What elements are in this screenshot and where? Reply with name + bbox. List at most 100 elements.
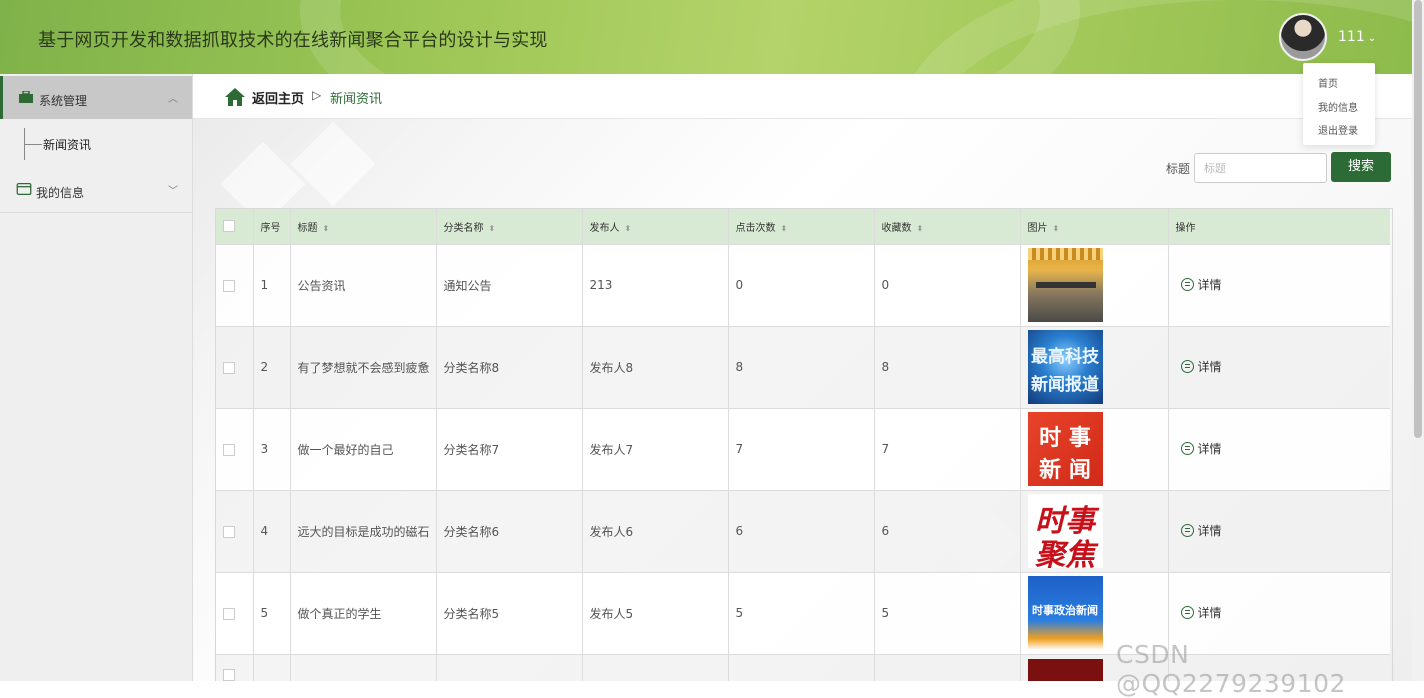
column-header-clicks[interactable]: 点击次数 ⬍ bbox=[728, 209, 875, 245]
detail-label: 详情 bbox=[1197, 278, 1222, 292]
cell-clicks: 6 bbox=[728, 490, 875, 573]
detail-button[interactable]: 详情 bbox=[1180, 522, 1222, 539]
user-dropdown: 首页 我的信息 退出登录 bbox=[1303, 63, 1375, 145]
cell-actions: 详情 bbox=[1168, 408, 1390, 491]
thumbnail-text: 时事政治新闻 bbox=[1032, 604, 1098, 617]
background-decoration bbox=[290, 121, 376, 207]
detail-button[interactable]: 详情 bbox=[1180, 358, 1222, 375]
news-thumbnail[interactable]: 时事 聚焦 bbox=[1027, 494, 1103, 568]
cell-publisher: 发布人6 bbox=[582, 490, 729, 573]
dropdown-item-logout[interactable]: 退出登录 bbox=[1318, 122, 1358, 137]
column-header-label: 分类名称 bbox=[443, 222, 484, 234]
sort-icon: ⬍ bbox=[916, 223, 924, 233]
thumbnail-detail bbox=[1027, 248, 1103, 260]
cell-publisher: 发布人7 bbox=[582, 408, 729, 491]
thumbnail-text: 新 闻 bbox=[1039, 458, 1091, 483]
news-thumbnail[interactable] bbox=[1027, 659, 1103, 681]
cell-title: 做一个最好的自己 bbox=[290, 408, 437, 491]
sidebar-group-label: 我的信息 bbox=[36, 186, 85, 200]
sidebar-group-system[interactable]: 系统管理 ︿ bbox=[0, 76, 192, 119]
row-checkbox[interactable] bbox=[223, 279, 235, 292]
news-thumbnail[interactable]: 时事政治新闻 bbox=[1027, 576, 1103, 650]
column-header-actions: 操作 bbox=[1168, 209, 1390, 245]
thumbnail-text: 聚焦 bbox=[1035, 538, 1095, 568]
cell-category: 分类名称6 bbox=[436, 490, 583, 573]
cell-clicks: 0 bbox=[728, 244, 875, 327]
cell-publisher: 发布人5 bbox=[582, 572, 729, 655]
cell-category: 分类名称8 bbox=[436, 326, 583, 409]
cell-favorites: 7 bbox=[874, 408, 1021, 491]
search-button[interactable]: 搜索 bbox=[1331, 152, 1391, 182]
row-checkbox[interactable] bbox=[223, 361, 235, 374]
table-row: 4 远大的目标是成功的磁石 分类名称6 发布人6 6 6 时事 聚焦 详情 bbox=[216, 490, 1390, 573]
dropdown-item-my-info[interactable]: 我的信息 bbox=[1318, 99, 1358, 114]
detail-button[interactable]: 详情 bbox=[1180, 440, 1222, 457]
cell-image: 时 事 新 闻 bbox=[1020, 408, 1169, 491]
sidebar-divider bbox=[0, 212, 192, 213]
card-icon bbox=[16, 183, 32, 195]
sort-icon: ⬍ bbox=[488, 223, 496, 233]
column-header-label: 点击次数 bbox=[735, 222, 776, 234]
cell-category: 分类名称7 bbox=[436, 408, 583, 491]
row-checkbox[interactable] bbox=[223, 443, 235, 456]
breadcrumb-home[interactable]: 返回主页 bbox=[252, 88, 304, 107]
detail-icon bbox=[1180, 524, 1194, 537]
dropdown-item-home[interactable]: 首页 bbox=[1318, 75, 1338, 90]
detail-button[interactable]: 详情 bbox=[1180, 276, 1222, 293]
avatar[interactable] bbox=[1279, 13, 1327, 61]
detail-label: 详情 bbox=[1197, 606, 1222, 620]
column-header-title[interactable]: 标题 ⬍ bbox=[290, 209, 437, 245]
column-header-publisher[interactable]: 发布人 ⬍ bbox=[582, 209, 729, 245]
breadcrumb-current: 新闻资讯 bbox=[330, 92, 383, 107]
breadcrumb: 返回主页 ▷ 新闻资讯 bbox=[193, 74, 1412, 119]
thumbnail-text: 时 事 bbox=[1039, 426, 1091, 451]
cell-actions: 详情 bbox=[1168, 244, 1390, 327]
column-header-favorites[interactable]: 收藏数 ⬍ bbox=[874, 209, 1021, 245]
row-checkbox[interactable] bbox=[223, 525, 235, 538]
column-header-label: 发布人 bbox=[589, 222, 620, 234]
sidebar-item-news[interactable]: 新闻资讯 bbox=[0, 120, 192, 168]
detail-icon bbox=[1180, 606, 1194, 619]
thumbnail-detail bbox=[1035, 282, 1096, 288]
column-header-category[interactable]: 分类名称 ⬍ bbox=[436, 209, 583, 245]
cell-favorites: 5 bbox=[874, 572, 1021, 655]
column-header-image[interactable]: 图片 ⬍ bbox=[1020, 209, 1169, 245]
scrollbar-thumb[interactable] bbox=[1414, 0, 1422, 438]
sidebar-item-label: 新闻资讯 bbox=[43, 138, 92, 152]
news-thumbnail[interactable] bbox=[1027, 248, 1103, 322]
column-header-label: 标题 bbox=[297, 222, 318, 234]
chevron-up-icon: ︿ bbox=[168, 94, 178, 105]
tree-line bbox=[24, 144, 42, 145]
column-header-label: 收藏数 bbox=[881, 222, 912, 234]
user-name: 111 bbox=[1338, 29, 1365, 45]
row-checkbox[interactable] bbox=[223, 668, 235, 681]
sidebar-group-my-info[interactable]: 我的信息 ﹀ bbox=[0, 168, 192, 211]
detail-button[interactable]: 详情 bbox=[1180, 604, 1222, 621]
table-row: 2 有了梦想就不会感到疲惫 分类名称8 发布人8 8 8 最高科技 新闻报道 详… bbox=[216, 326, 1390, 409]
cell-id: 4 bbox=[253, 490, 291, 573]
table-row: 1 公告资讯 通知公告 213 0 0 详情 bbox=[216, 244, 1390, 327]
cell-publisher: 发布人8 bbox=[582, 326, 729, 409]
select-all-checkbox[interactable] bbox=[223, 220, 235, 233]
sort-icon: ⬍ bbox=[1052, 223, 1060, 233]
news-thumbnail[interactable]: 时 事 新 闻 bbox=[1027, 412, 1103, 486]
cell-image bbox=[1020, 244, 1169, 327]
sort-icon: ⬍ bbox=[780, 223, 788, 233]
user-menu-toggle[interactable]: 111 ⌄ bbox=[1338, 29, 1376, 45]
column-header-label: 图片 bbox=[1027, 222, 1048, 234]
detail-label: 详情 bbox=[1197, 442, 1222, 456]
chevron-down-icon: ﹀ bbox=[168, 186, 178, 197]
select-all-cell bbox=[216, 209, 254, 245]
cell-id: 3 bbox=[253, 408, 291, 491]
home-icon[interactable] bbox=[224, 87, 246, 107]
cell-favorites: 0 bbox=[874, 244, 1021, 327]
page-scrollbar[interactable] bbox=[1412, 0, 1424, 681]
cell-title: 远大的目标是成功的磁石 bbox=[290, 490, 437, 573]
cell-image: 时事 聚焦 bbox=[1020, 490, 1169, 573]
search-input[interactable] bbox=[1194, 153, 1327, 183]
news-thumbnail[interactable]: 最高科技 新闻报道 bbox=[1027, 330, 1103, 404]
sidebar-group-label: 系统管理 bbox=[39, 94, 88, 108]
row-checkbox[interactable] bbox=[223, 607, 235, 620]
detail-icon bbox=[1180, 278, 1194, 291]
thumbnail-text: 最高科技 bbox=[1031, 347, 1099, 367]
